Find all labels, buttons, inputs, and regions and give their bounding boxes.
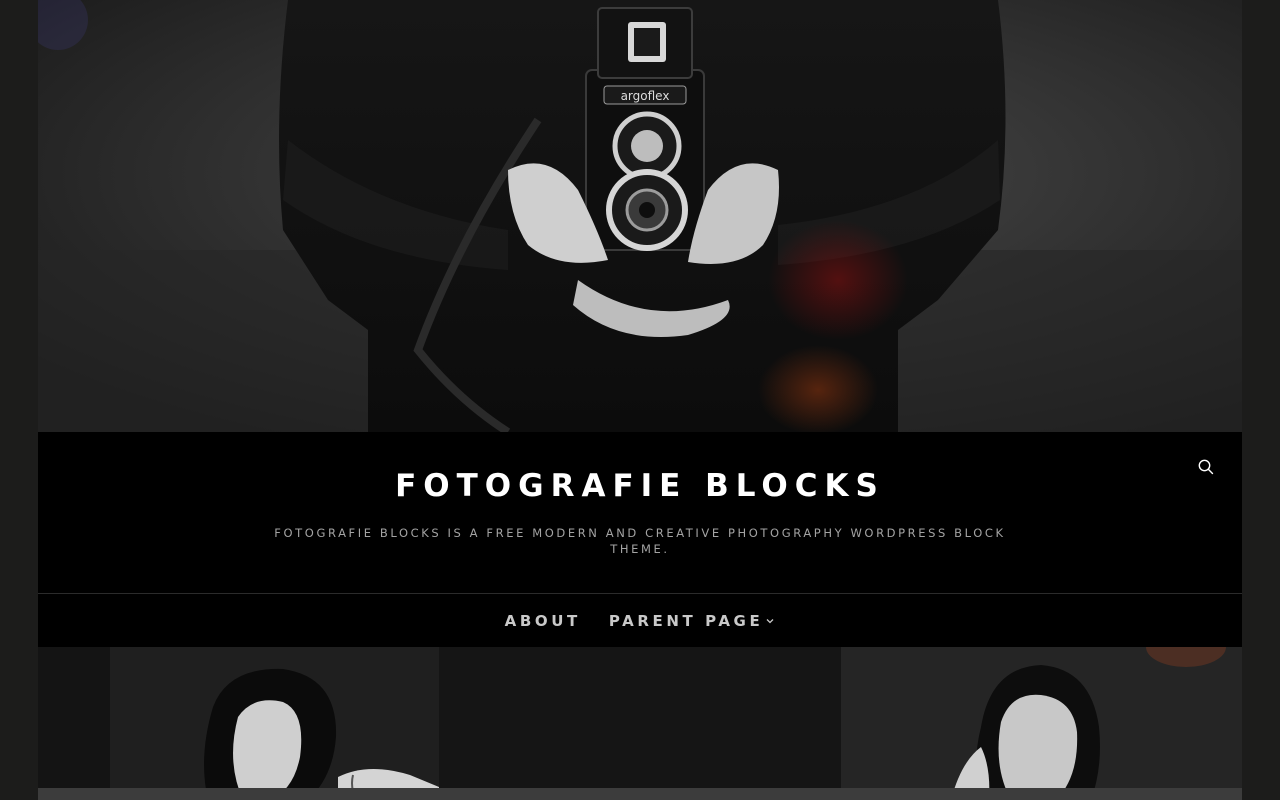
page: argoflex FOTOGRAFIE BLOCKS FOTOGRAFIE BL… [0,0,1280,800]
nav-item-about[interactable]: ABOUT [505,612,581,630]
svg-text:argoflex: argoflex [621,89,670,103]
gallery-item[interactable] [841,647,1242,800]
camera-photo: argoflex [38,0,1242,432]
search-icon [1198,459,1214,475]
chevron-down-icon[interactable] [765,612,775,630]
nav-item-parent-page[interactable]: PARENT PAGE [609,612,775,630]
search-button[interactable] [1196,457,1216,477]
gallery-item-caption-bar [38,788,439,800]
site-header: FOTOGRAFIE BLOCKS FOTOGRAFIE BLOCKS IS A… [38,432,1242,593]
site-description: FOTOGRAFIE BLOCKS IS A FREE MODERN AND C… [274,526,1006,556]
primary-navigation: ABOUT PARENT PAGE [38,594,1242,647]
nav-item-label: ABOUT [504,611,581,630]
portrait-image [38,647,439,800]
nav-item-label: PARENT PAGE [608,611,764,630]
site-container: argoflex FOTOGRAFIE BLOCKS FOTOGRAFIE BL… [38,0,1242,800]
site-title[interactable]: FOTOGRAFIE BLOCKS [38,466,1242,506]
gallery [38,647,1242,800]
gallery-item[interactable] [439,647,841,800]
gallery-item-caption-bar [439,788,841,800]
gallery-item[interactable] [38,647,439,800]
gallery-item-caption-bar [841,788,1242,800]
header-image: argoflex [38,0,1242,432]
portrait-image [841,647,1242,800]
